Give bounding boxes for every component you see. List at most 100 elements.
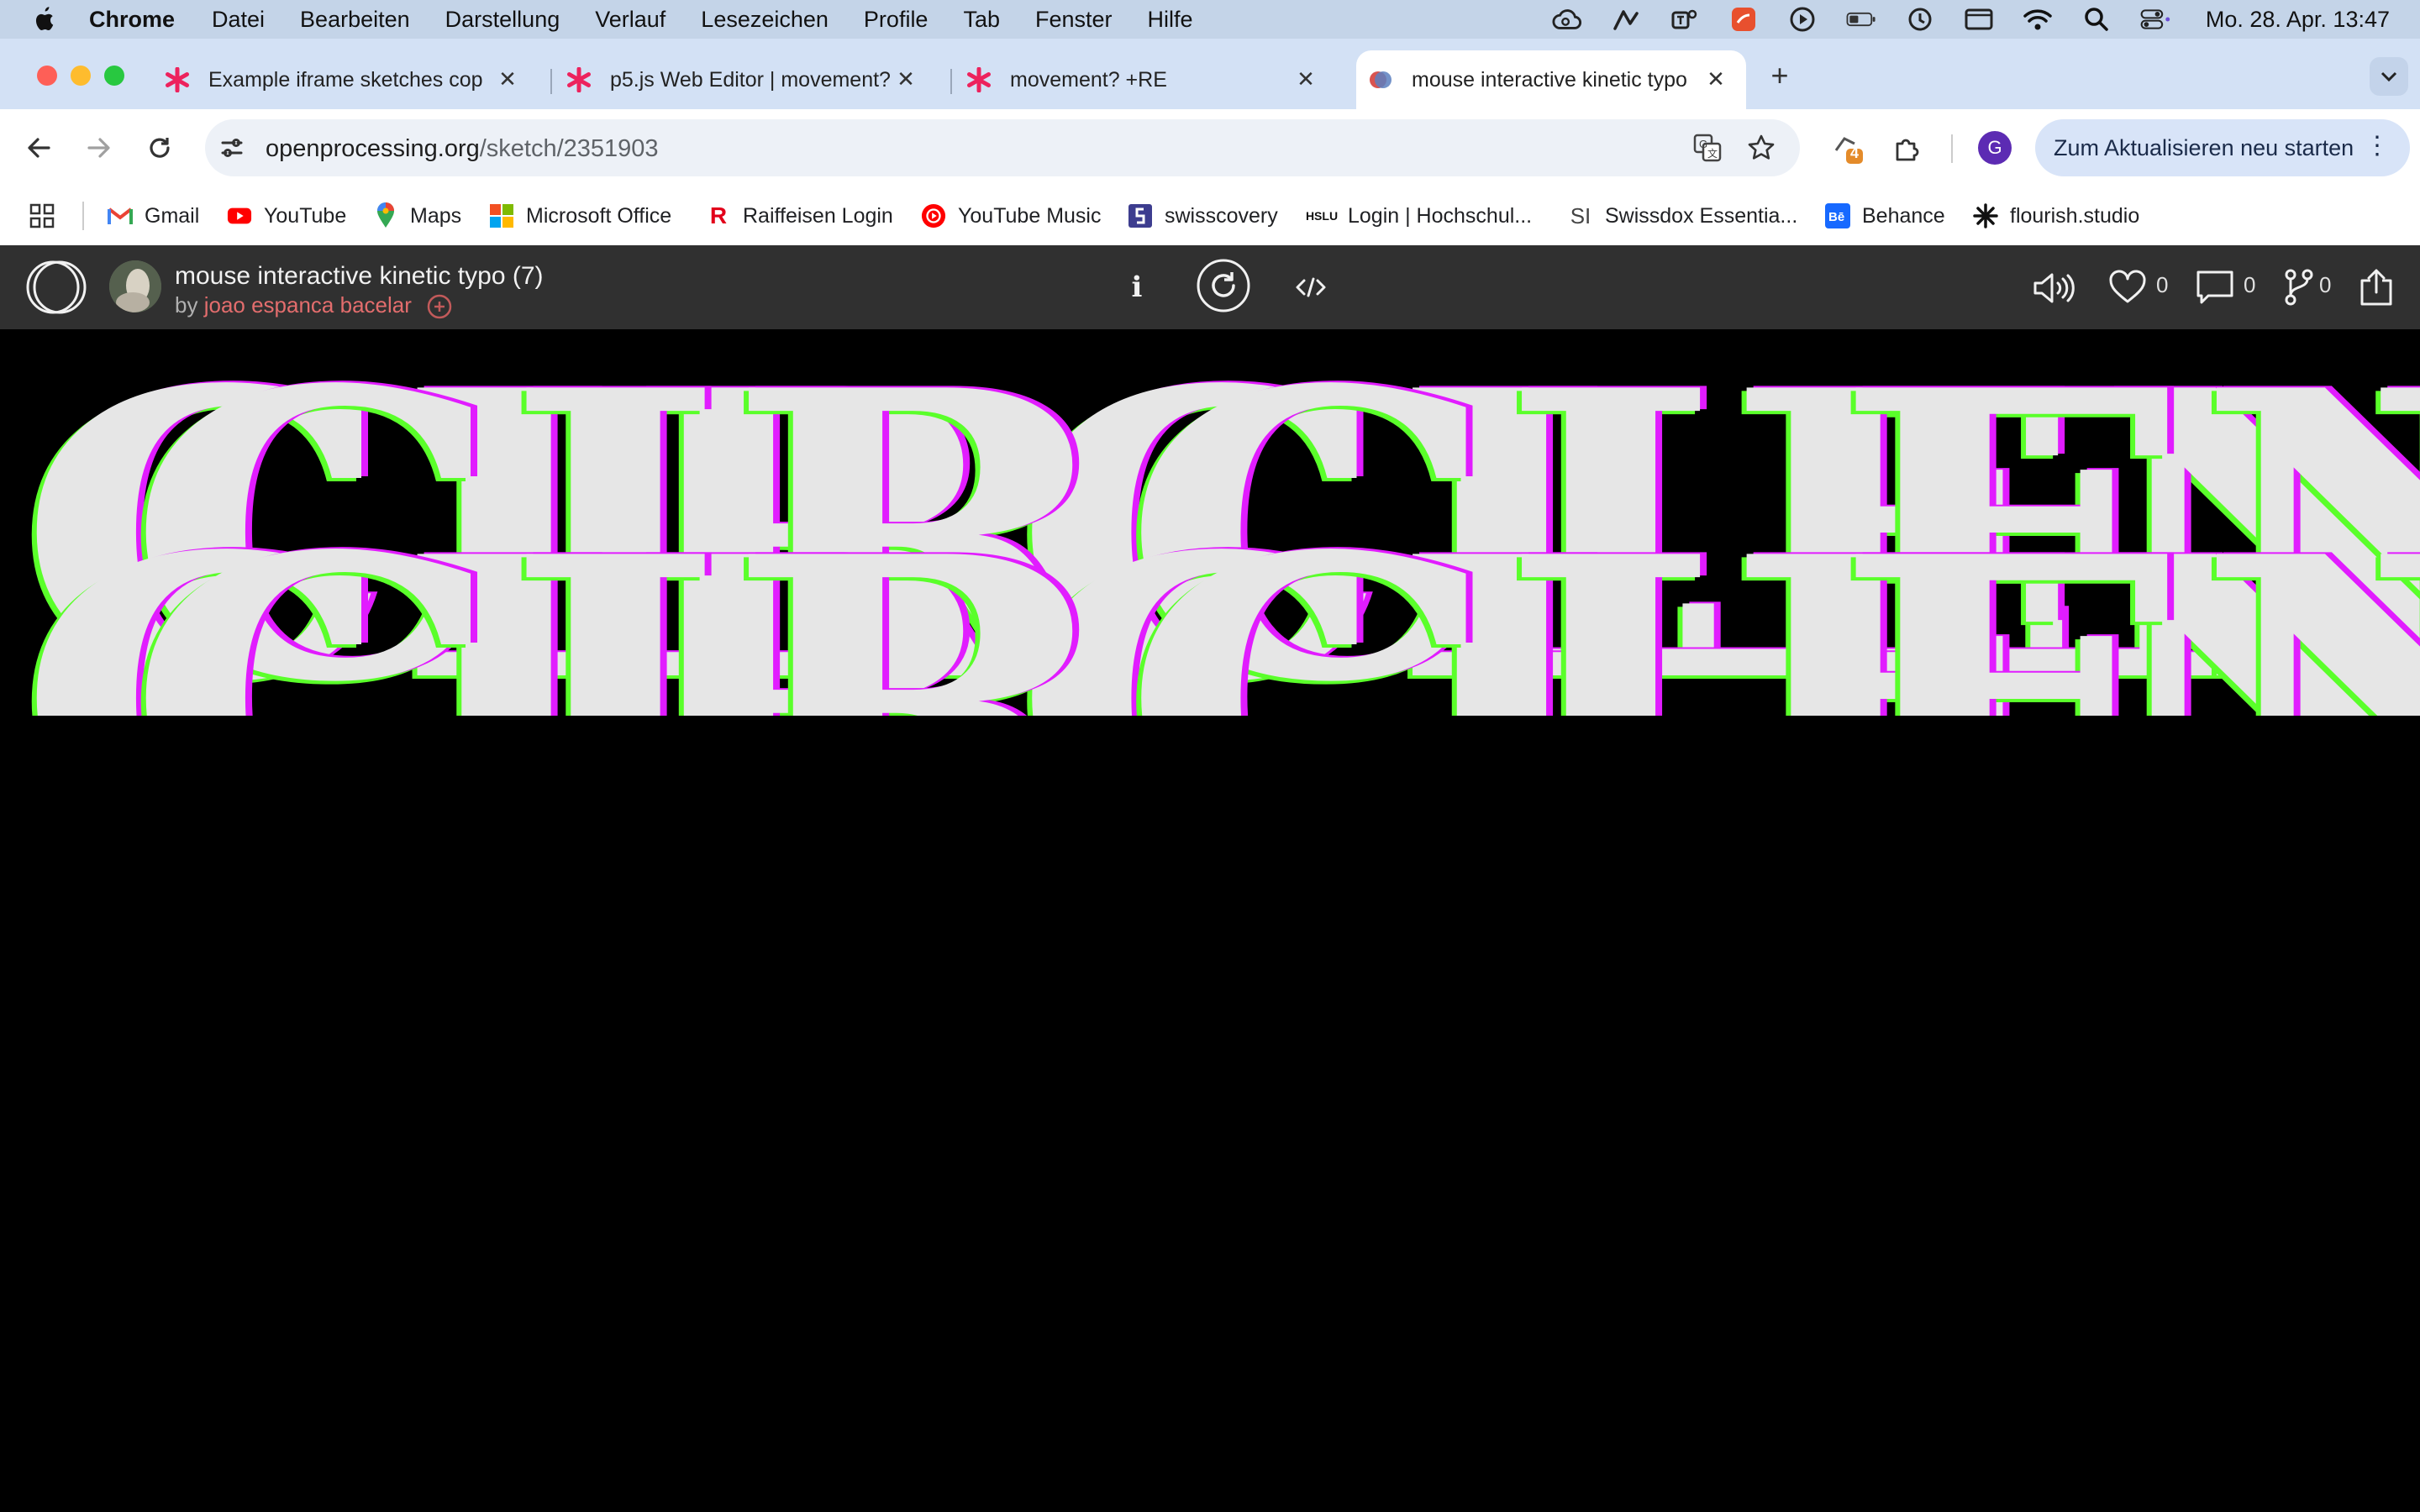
update-restart-button[interactable]: Zum Aktualisieren neu starten ⋮ (2035, 119, 2410, 176)
tab-search-chevron-down-icon[interactable] (2370, 57, 2408, 96)
bookmark-maps[interactable]: Maps (373, 198, 461, 234)
tab-p5-editor[interactable]: p5.js Web Editor | movement? ✕ (566, 50, 936, 109)
bookmark-label: Maps (410, 203, 462, 228)
browser-toolbar: openprocessing.org/sketch/2351903 G文 4 G… (0, 109, 2420, 186)
apple-icon[interactable] (30, 5, 55, 34)
info-icon[interactable]: i (1123, 269, 1151, 306)
screen-icon[interactable] (1964, 6, 1994, 33)
play-icon[interactable] (1787, 6, 1818, 33)
menu-verlauf[interactable]: Verlauf (595, 7, 666, 33)
typo-echo-layer: CIRCLENCIRCLENCIRCLEN (29, 801, 2420, 825)
flourish-icon (1973, 203, 1998, 228)
sketch-canvas[interactable]: CIRCLEN CIRCLEN CIRCLEN CIRCLEN CIRCLEN CIRCL… (0, 329, 2420, 1512)
bookmark-label: Microsoft Office (526, 203, 672, 228)
heart-icon[interactable] (2107, 269, 2148, 306)
kinetic-typo-artwork: CIRCLENCIRCLENCIRCLENCIRCLENCIRCLENCIRCL… (12, 329, 2420, 825)
app-icon[interactable] (1728, 6, 1759, 33)
tab-example-iframe[interactable]: Example iframe sketches cop ✕ (165, 50, 538, 109)
menu-bearbeiten[interactable]: Bearbeiten (300, 7, 410, 33)
menubar-clock[interactable]: Mo. 28. Apr. 13:47 (2206, 7, 2390, 33)
bookmark-youtube[interactable]: YouTube (227, 198, 346, 234)
site-settings-icon[interactable] (215, 131, 249, 165)
back-arrow-icon[interactable] (22, 131, 55, 165)
url-path: /sketch/2351903 (479, 135, 659, 162)
kebab-menu-icon[interactable]: ⋮ (2365, 131, 2390, 161)
author-avatar[interactable] (109, 260, 161, 312)
author-link[interactable]: joao espanca bacelar (204, 292, 412, 318)
sketch-header-bar: mouse interactive kinetic typo (7) by jo… (0, 245, 2420, 329)
restart-sketch-icon[interactable] (1195, 257, 1252, 314)
teams-icon[interactable] (1670, 6, 1700, 33)
tab-close-icon[interactable]: ✕ (1704, 66, 1728, 92)
menu-tab[interactable]: Tab (963, 7, 1000, 33)
menu-profile[interactable]: Profile (864, 7, 929, 33)
menu-app-chrome[interactable]: Chrome (89, 7, 175, 33)
search-icon[interactable] (2081, 6, 2112, 33)
menu-fenster[interactable]: Fenster (1035, 7, 1113, 33)
bookmark-label: swisscovery (1165, 203, 1278, 228)
tab-separator (550, 69, 552, 94)
bookmark-youtube-music[interactable]: YouTube Music (921, 198, 1101, 234)
profile-letter: G (1987, 137, 2002, 158)
menu-datei[interactable]: Datei (212, 7, 265, 33)
tab-close-icon[interactable]: ✕ (1294, 66, 1318, 92)
tab-strip: Example iframe sketches cop ✕ p5.js Web … (0, 39, 2420, 109)
window-minimize-button[interactable] (71, 66, 91, 86)
bookmark-flourish[interactable]: flourish.studio (1973, 198, 2139, 234)
wifi-icon[interactable] (2023, 6, 2053, 33)
reload-icon[interactable] (143, 131, 176, 165)
menu-darstellung[interactable]: Darstellung (445, 7, 560, 33)
tab-title: p5.js Web Editor | movement? (610, 67, 891, 92)
bookmark-gmail[interactable]: Gmail (108, 198, 199, 234)
extensions-icon[interactable] (1891, 131, 1924, 165)
window-close-button[interactable] (37, 66, 57, 86)
window-zoom-button[interactable] (104, 66, 124, 86)
svg-text:Bē: Bē (1828, 210, 1844, 224)
bookmark-behance[interactable]: Bē Behance (1825, 198, 1945, 234)
bookmark-label: Behance (1862, 203, 1945, 228)
pen-icon[interactable] (1611, 6, 1641, 33)
time-machine-icon[interactable] (1905, 6, 1935, 33)
comments-count: 0 (2244, 272, 2256, 297)
sketch-title: mouse interactive kinetic typo (7) (175, 262, 544, 290)
bookmark-raiffeisen[interactable]: R Raiffeisen Login (706, 198, 893, 234)
bookmark-label: flourish.studio (2010, 203, 2140, 228)
youtube-icon (227, 203, 252, 228)
bookmark-swisscovery[interactable]: swisscovery (1128, 198, 1278, 234)
bookmark-star-icon[interactable] (1744, 131, 1778, 165)
comment-icon[interactable] (2195, 269, 2235, 306)
tab-openprocessing-active[interactable]: mouse interactive kinetic typo ✕ (1356, 50, 1746, 109)
tab-close-icon[interactable]: ✕ (496, 66, 519, 92)
apps-grid-icon[interactable] (29, 198, 55, 234)
url-text[interactable]: openprocessing.org/sketch/2351903 (266, 135, 659, 163)
forward-arrow-icon[interactable] (82, 131, 116, 165)
svg-text:G: G (1699, 138, 1707, 150)
battery-icon (1846, 6, 1876, 33)
menu-lesezeichen[interactable]: Lesezeichen (701, 7, 829, 33)
sound-icon[interactable] (2030, 267, 2077, 309)
share-icon[interactable] (2358, 265, 2395, 309)
translate-icon[interactable]: G文 (1691, 131, 1724, 165)
control-center-icon[interactable] (2140, 6, 2170, 33)
p5-asterisk-icon (967, 67, 991, 92)
youtube-music-icon (921, 203, 946, 228)
extension-puzzle-badge-icon[interactable]: 4 (1828, 129, 1867, 168)
new-tab-icon[interactable]: + (1763, 58, 1797, 92)
bookmark-hslu-login[interactable]: HSLU Login | Hochschul... (1306, 198, 1532, 234)
creative-cloud-icon[interactable] (1552, 6, 1582, 33)
menu-hilfe[interactable]: Hilfe (1148, 7, 1193, 33)
update-label: Zum Aktualisieren neu starten (2054, 134, 2354, 160)
bookmark-microsoft-office[interactable]: Microsoft Office (489, 198, 671, 234)
openprocessing-logo-icon[interactable] (25, 259, 87, 316)
openprocessing-icon (1370, 71, 1392, 88)
follow-plus-icon[interactable] (426, 293, 453, 320)
profile-avatar[interactable]: G (1978, 131, 2012, 165)
tab-title: Example iframe sketches cop (208, 67, 483, 92)
tab-movement-re[interactable]: movement? +RE ✕ (966, 50, 1336, 109)
tab-close-icon[interactable]: ✕ (894, 66, 918, 92)
fork-icon[interactable] (2282, 267, 2316, 307)
bookmark-swissdox[interactable]: SI Swissdox Essentia... (1568, 198, 1798, 234)
gmail-icon (108, 203, 133, 228)
bookmark-label: Raiffeisen Login (743, 203, 893, 228)
view-code-icon[interactable] (1294, 270, 1328, 304)
